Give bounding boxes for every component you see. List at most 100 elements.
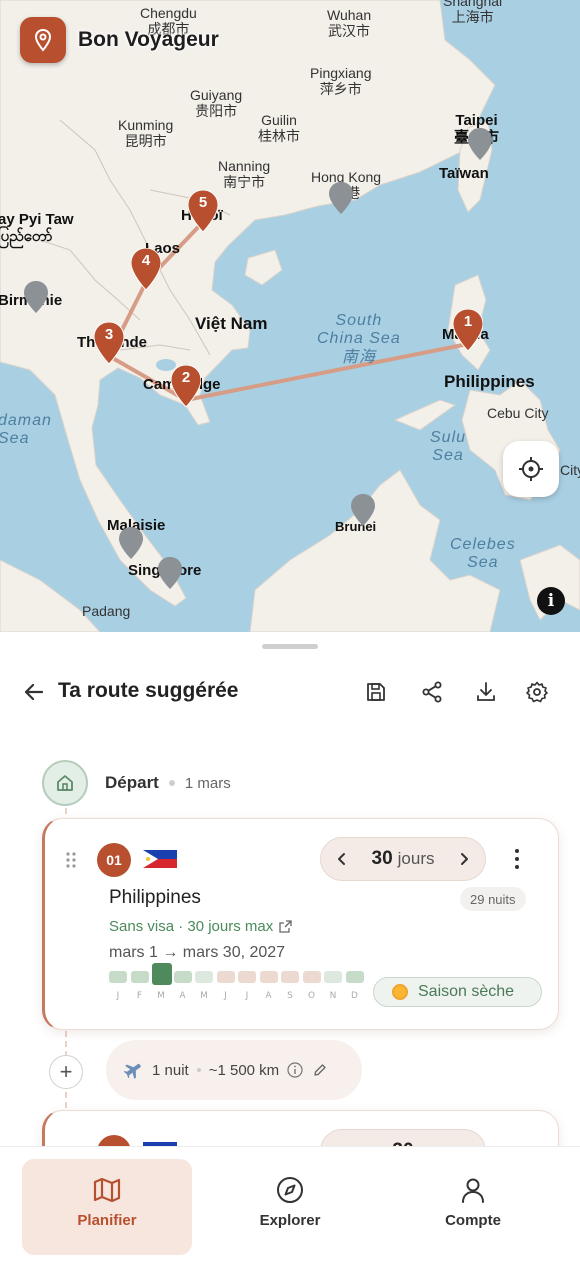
pencil-icon[interactable] xyxy=(313,1063,327,1077)
season-month-label: J xyxy=(245,991,249,1001)
app-brand: Bon Voyageur xyxy=(20,17,219,63)
poi-pin-icon[interactable] xyxy=(158,557,182,589)
external-link-icon xyxy=(279,920,292,933)
sun-icon xyxy=(392,984,408,1000)
airplane-icon xyxy=(124,1063,141,1079)
separator-dot xyxy=(196,1068,201,1072)
map-view[interactable]: Chengdu 成都市 Wuhan 武汉市 Shanghai 上海市 Guiyang 贵… xyxy=(0,0,580,632)
map-label-south-china-sea: South China Sea 南海 xyxy=(317,312,401,366)
season-badge[interactable]: Saison sèche xyxy=(373,977,542,1007)
save-icon xyxy=(367,683,385,701)
stop-dates: mars 1 → mars 30, 2027 xyxy=(109,944,286,961)
map-label-taiwan: Taïwan xyxy=(439,165,489,182)
season-month-bar xyxy=(195,971,213,983)
route-stop-pin-5[interactable]: 5 xyxy=(187,189,219,233)
season-month-bar xyxy=(281,971,299,983)
info-icon[interactable] xyxy=(287,1062,303,1078)
arrow-left-icon xyxy=(24,683,44,701)
map-label-shanghai: Shanghai 上海市 xyxy=(443,0,503,26)
poi-pin-icon[interactable] xyxy=(329,182,353,214)
map-label-padang: Padang xyxy=(82,603,131,619)
poi-pin-icon[interactable] xyxy=(24,281,48,313)
stop-number-badge: 01 xyxy=(97,843,131,877)
visa-link[interactable]: Sans visa · 30 jours max xyxy=(109,918,292,935)
route-stop-pin-2[interactable]: 2 xyxy=(170,364,202,408)
duration-value: 30 xyxy=(371,848,393,869)
season-month-bar xyxy=(238,971,256,983)
season-month-label: A xyxy=(265,991,272,1001)
nav-tab-explorer[interactable]: Explorer xyxy=(215,1147,365,1261)
download-button[interactable] xyxy=(472,678,500,706)
season-month-bar xyxy=(130,971,149,983)
season-month-label: N xyxy=(329,991,337,1001)
map-label-guilin: Guilin 桂林市 xyxy=(258,112,300,145)
poi-pin-icon[interactable] xyxy=(351,494,375,526)
map-label-philippines: Philippines xyxy=(444,372,535,391)
map-info-button[interactable]: i xyxy=(537,587,565,615)
visa-info: Sans visa · 30 jours max xyxy=(109,918,274,935)
map-label-naypyitaw: ay Pyi Taw ပြည်တော် xyxy=(0,211,74,246)
drag-handle-icon[interactable] xyxy=(65,852,77,868)
season-month-bar xyxy=(324,971,342,983)
map-label-celebes-sea: Celebes Sea xyxy=(450,536,516,572)
season-month-label: J xyxy=(224,991,227,1001)
transfer-nights: 1 nuit xyxy=(152,1061,189,1079)
chevron-right-icon[interactable] xyxy=(457,852,471,866)
home-icon xyxy=(42,760,88,806)
app-name: Bon Voyageur xyxy=(78,28,219,51)
page-title: Ta route suggérée xyxy=(58,679,239,702)
season-label: Saison sèche xyxy=(418,983,515,1000)
departure-date: 1 mars xyxy=(184,774,231,792)
more-options-button[interactable] xyxy=(507,846,527,872)
map-label-guiyang: Guiyang 贵阳市 xyxy=(190,87,243,120)
season-month-bar xyxy=(173,971,192,983)
route-stop-pin-4[interactable]: 4 xyxy=(130,247,162,291)
chevron-left-icon[interactable] xyxy=(335,852,349,866)
share-button[interactable] xyxy=(418,678,446,706)
map-label-pingxiang: Pingxiang 萍乡市 xyxy=(310,65,372,98)
location-pin-icon xyxy=(20,17,66,63)
active-tab-indicator xyxy=(22,1159,192,1255)
map-label-andaman-sea: daman Sea xyxy=(0,412,52,448)
bottom-navigation: Planifier Explorer Compte xyxy=(0,1146,580,1261)
nav-label: Compte xyxy=(445,1212,501,1229)
map-label-nanning: Nanning 南宁市 xyxy=(218,158,271,191)
separator-dot xyxy=(168,780,175,786)
route-stop-pin-1[interactable]: 1 xyxy=(452,308,484,352)
season-month-label: D xyxy=(351,991,358,1001)
departure-label: Départ xyxy=(105,773,159,792)
nav-label: Explorer xyxy=(259,1212,321,1229)
map-label-kunming: Kunming 昆明市 xyxy=(118,117,174,150)
poi-pin-icon[interactable] xyxy=(468,128,492,160)
transfer-chip[interactable]: 1 nuit ~1 500 km xyxy=(106,1040,362,1100)
country-name: Philippines xyxy=(109,887,201,908)
poi-pin-icon[interactable] xyxy=(119,527,143,559)
back-button[interactable] xyxy=(20,678,48,706)
crosshair-icon xyxy=(519,457,543,481)
save-button[interactable] xyxy=(362,678,390,706)
stop-card[interactable]: 01 30 jours Philippines 29 nuits Sans vis… xyxy=(42,818,559,1030)
locate-me-button[interactable] xyxy=(503,441,559,497)
download-icon xyxy=(477,682,495,701)
sheet-drag-handle[interactable] xyxy=(262,644,318,649)
map-icon xyxy=(93,1177,121,1203)
season-month-bar xyxy=(216,971,235,983)
settings-button[interactable] xyxy=(523,678,551,706)
nav-tab-planifier[interactable]: Planifier xyxy=(22,1147,192,1261)
nights-badge: 29 nuits xyxy=(460,887,526,911)
route-stop-pin-3[interactable]: 3 xyxy=(93,321,125,365)
season-month-label: O xyxy=(307,991,316,1001)
map-label-vietnam: Việt Nam xyxy=(195,314,268,333)
gear-icon xyxy=(526,681,548,703)
nav-tab-compte[interactable]: Compte xyxy=(398,1147,548,1261)
add-stop-button[interactable]: + xyxy=(49,1055,83,1089)
user-icon xyxy=(462,1178,484,1203)
more-vertical-icon xyxy=(515,849,519,869)
map-label-sulu-sea: Sulu Sea xyxy=(430,429,467,465)
map-label-city: City xyxy=(560,462,580,478)
duration-stepper[interactable]: 30 jours xyxy=(320,837,486,881)
compass-icon xyxy=(277,1177,303,1203)
season-month-label: S xyxy=(287,991,293,1001)
share-icon xyxy=(422,681,442,703)
season-month-label: J xyxy=(116,991,120,1001)
